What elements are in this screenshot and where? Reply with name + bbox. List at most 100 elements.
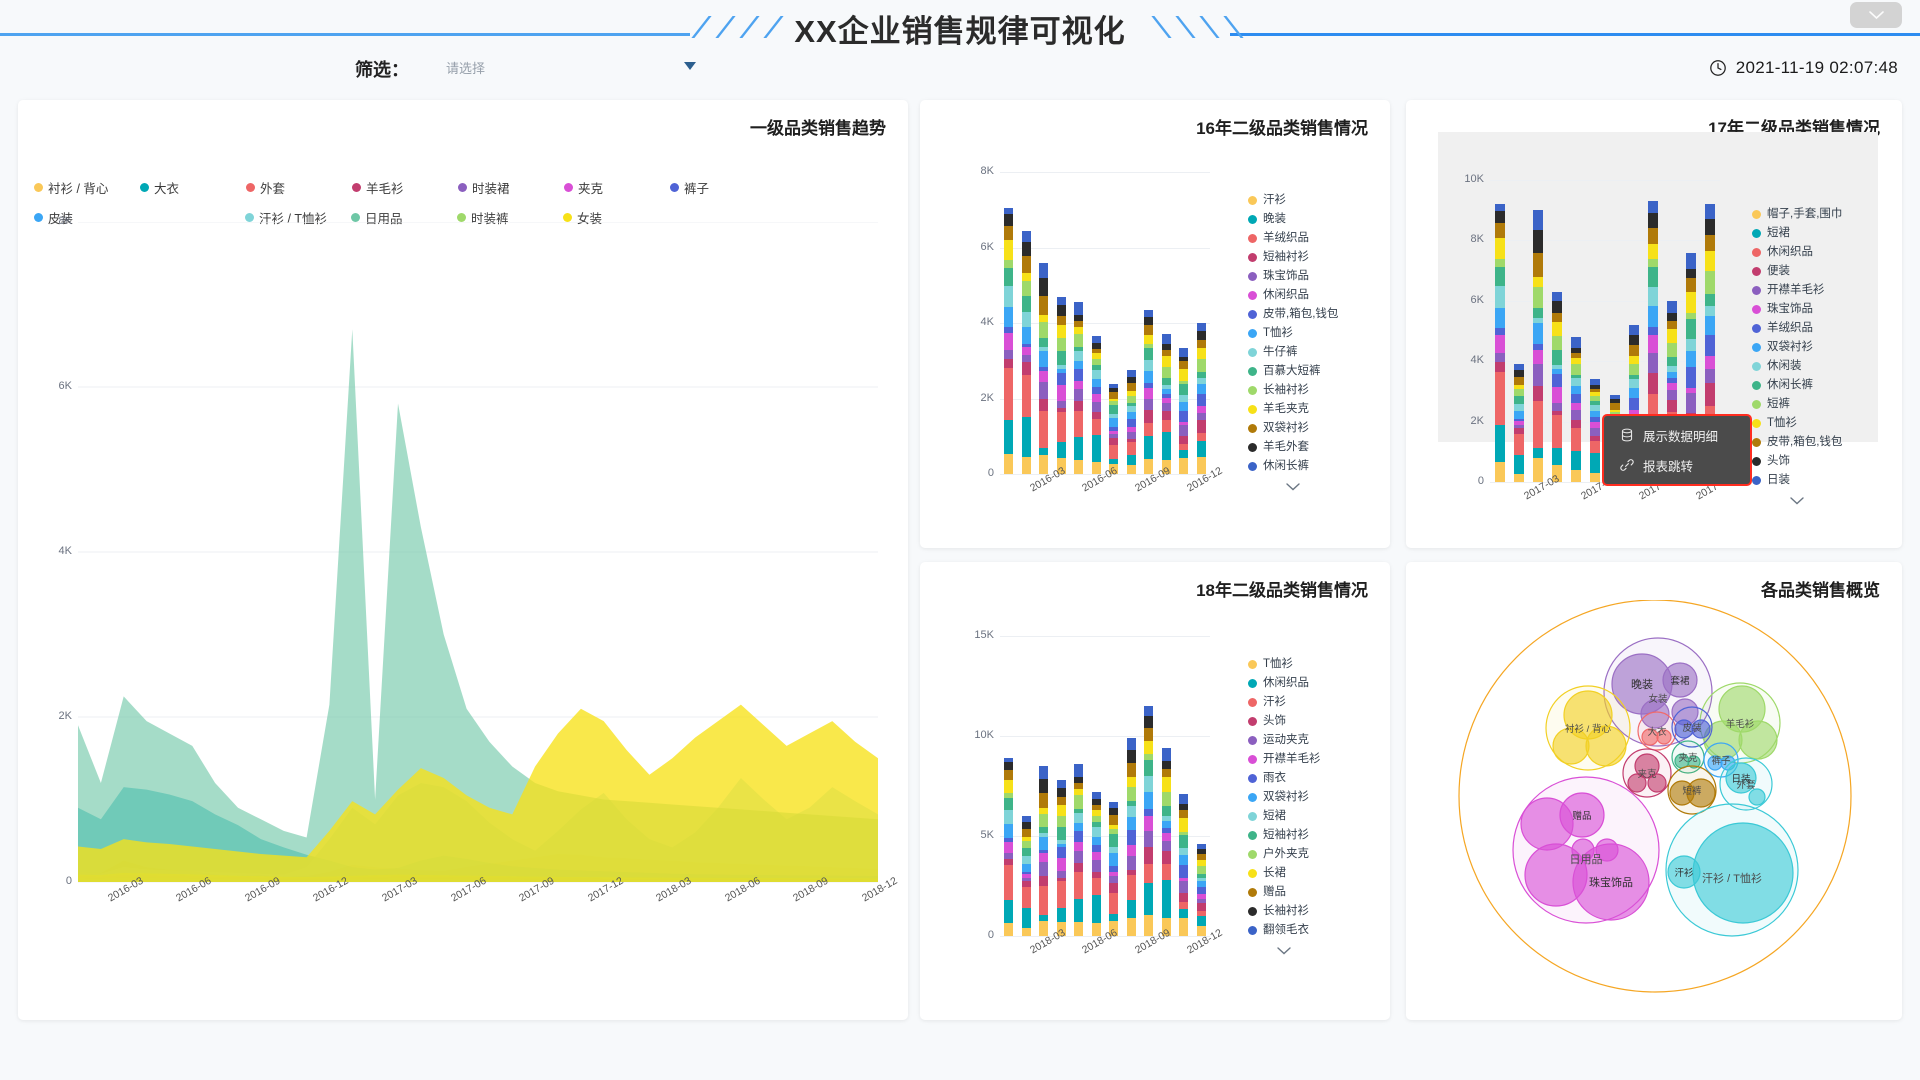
- bar-segment[interactable]: [1004, 454, 1014, 474]
- bar-segment[interactable]: [1021, 374, 1031, 418]
- bar-segment[interactable]: [1126, 918, 1136, 936]
- bar-segment[interactable]: [1074, 788, 1084, 796]
- bar-segment[interactable]: [1179, 893, 1189, 902]
- bar-segment[interactable]: [1039, 862, 1049, 876]
- bar-segment[interactable]: [1494, 222, 1505, 238]
- legend-item[interactable]: 运动夹克: [1248, 732, 1321, 749]
- bar-segment[interactable]: [1056, 847, 1066, 858]
- bar-segment[interactable]: [1126, 830, 1136, 846]
- bar-segment[interactable]: [1126, 376, 1136, 384]
- bar-segment[interactable]: [1091, 370, 1101, 380]
- bar-segment[interactable]: [1686, 393, 1697, 414]
- bar-segment[interactable]: [1647, 227, 1658, 244]
- legend-item-trend[interactable]: 夹克: [564, 178, 670, 197]
- legend-item[interactable]: 双袋衬衫: [1248, 420, 1338, 437]
- bar-segment[interactable]: [1628, 344, 1639, 356]
- bar-segment[interactable]: [1179, 401, 1189, 411]
- bar-segment[interactable]: [1196, 866, 1206, 874]
- bar-segment[interactable]: [1144, 359, 1154, 372]
- bar-segment[interactable]: [1074, 831, 1084, 843]
- bubble-leaf[interactable]: [1707, 755, 1723, 771]
- bar-segment[interactable]: [1091, 878, 1101, 896]
- bar-segment[interactable]: [1021, 908, 1031, 928]
- bar-segment[interactable]: [1039, 295, 1049, 315]
- bar-segment[interactable]: [1571, 386, 1582, 394]
- bar-chart-2016[interactable]: 0 2K 4K 6K 8K 2016-03 2016-06 2016-09 2016-12: [981, 165, 1225, 494]
- bar-segment[interactable]: [1109, 404, 1119, 414]
- bar-segment[interactable]: [1590, 440, 1601, 453]
- bar-segment[interactable]: [1074, 437, 1084, 461]
- bubble-group[interactable]: [1637, 711, 1677, 751]
- legend-item[interactable]: 休闲长裤: [1248, 458, 1338, 475]
- legend-item[interactable]: 短裙: [1752, 225, 1842, 242]
- bar-segment[interactable]: [1532, 385, 1543, 402]
- bar-segment[interactable]: [1179, 881, 1189, 894]
- bar-segment[interactable]: [1179, 450, 1189, 459]
- bar-segment[interactable]: [1196, 903, 1206, 911]
- bar-segment[interactable]: [1056, 315, 1066, 325]
- bar-column[interactable]: [1126, 370, 1136, 474]
- bar-segment[interactable]: [1021, 347, 1031, 356]
- bar-segment[interactable]: [1196, 331, 1206, 341]
- bar-segment[interactable]: [1513, 403, 1524, 411]
- bar-segment[interactable]: [1571, 410, 1582, 421]
- bar-segment[interactable]: [1056, 337, 1066, 351]
- bar-segment[interactable]: [1126, 899, 1136, 919]
- bar-segment[interactable]: [1628, 355, 1639, 364]
- bar-segment[interactable]: [1705, 369, 1716, 384]
- bar-segment[interactable]: [1686, 339, 1697, 351]
- bar-segment[interactable]: [1126, 817, 1136, 831]
- bar-segment[interactable]: [1004, 307, 1014, 327]
- bar-segment[interactable]: [1705, 218, 1716, 236]
- bar-segment[interactable]: [1179, 918, 1189, 936]
- legend-item-trend[interactable]: 羊毛衫: [352, 178, 458, 197]
- bar-segment[interactable]: [1532, 401, 1543, 449]
- bar-segment[interactable]: [1494, 334, 1505, 353]
- bar-segment[interactable]: [1056, 373, 1066, 386]
- bar-segment[interactable]: [1074, 899, 1084, 923]
- bar-segment[interactable]: [1091, 836, 1101, 846]
- bar-segment[interactable]: [1126, 763, 1136, 777]
- bar-segment[interactable]: [1590, 428, 1601, 437]
- bar-segment[interactable]: [1039, 455, 1049, 474]
- bar-segment[interactable]: [1667, 313, 1678, 322]
- bar-segment[interactable]: [1571, 450, 1582, 471]
- bar-segment[interactable]: [1513, 410, 1524, 419]
- bar-segment[interactable]: [1126, 395, 1136, 404]
- bubble-leaf[interactable]: [1585, 725, 1627, 767]
- bar-column[interactable]: [1091, 336, 1101, 474]
- bar-segment[interactable]: [1196, 412, 1206, 421]
- legend-item[interactable]: 牛仔裤: [1248, 344, 1338, 361]
- bar-segment[interactable]: [1109, 391, 1119, 400]
- bubble-leaf[interactable]: [1656, 729, 1672, 745]
- bubble-leaf[interactable]: [1572, 843, 1650, 921]
- bubble-leaf[interactable]: [1686, 778, 1716, 808]
- legend-item[interactable]: 短裤: [1752, 396, 1842, 413]
- bar-segment[interactable]: [1494, 362, 1505, 372]
- legend-item[interactable]: 休闲织品: [1752, 244, 1842, 261]
- legend-item[interactable]: 头饰: [1752, 453, 1842, 470]
- bar-segment[interactable]: [1647, 335, 1658, 354]
- bar-segment[interactable]: [1686, 319, 1697, 340]
- bar-segment[interactable]: [1074, 872, 1084, 900]
- bar-segment[interactable]: [1196, 394, 1206, 406]
- bar-segment[interactable]: [1494, 425, 1505, 462]
- bar-segment[interactable]: [1161, 403, 1171, 411]
- bar-segment[interactable]: [1021, 417, 1031, 458]
- bar-segment[interactable]: [1056, 324, 1066, 338]
- bar-segment[interactable]: [1179, 384, 1189, 396]
- bar-column[interactable]: [1074, 302, 1084, 474]
- bubble-leaf[interactable]: [1627, 773, 1647, 793]
- bar-segment[interactable]: [1144, 325, 1154, 335]
- bar-segment[interactable]: [1004, 922, 1014, 936]
- bar-segment[interactable]: [1021, 856, 1031, 864]
- bar-segment[interactable]: [1004, 368, 1014, 420]
- legend-expand-button[interactable]: [1248, 480, 1338, 494]
- legend-item[interactable]: 帽子,手套,围巾: [1752, 206, 1842, 223]
- bar-segment[interactable]: [1004, 770, 1014, 780]
- bar-segment[interactable]: [1091, 792, 1101, 800]
- bar-segment[interactable]: [1091, 336, 1101, 344]
- bubble-leaf[interactable]: [1692, 822, 1794, 924]
- bar-segment[interactable]: [1004, 268, 1014, 287]
- bar-segment[interactable]: [1056, 907, 1066, 923]
